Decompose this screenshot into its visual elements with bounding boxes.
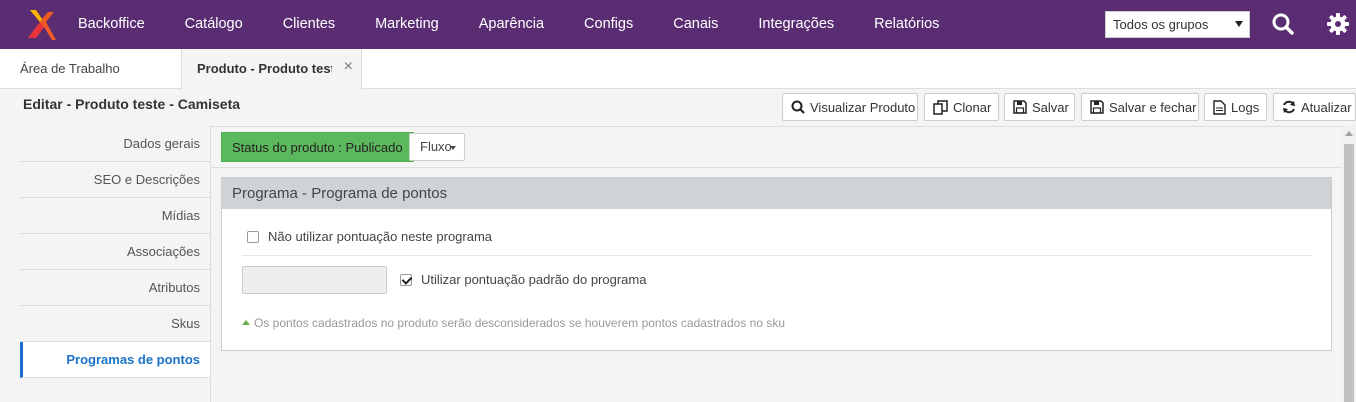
nav-item-aparencia[interactable]: Aparência	[459, 0, 564, 49]
default-points-checkbox[interactable]	[400, 274, 412, 286]
refresh-label: Atualizar	[1301, 99, 1352, 115]
sidebar-item-skus[interactable]: Skus	[20, 306, 210, 342]
sidebar-item-dados-gerais[interactable]: Dados gerais	[20, 126, 210, 162]
view-product-button[interactable]: Visualizar Produto	[782, 93, 918, 121]
caret-down-icon	[1235, 21, 1243, 27]
scrollbar[interactable]	[1342, 126, 1356, 402]
no-points-label: Não utilizar pontuação neste programa	[268, 229, 493, 244]
no-points-checkbox[interactable]	[247, 231, 259, 243]
tab-area-de-trabalho[interactable]: Área de Trabalho	[20, 49, 120, 89]
sidebar-item-midias[interactable]: Mídias	[20, 198, 210, 234]
hint-label: Os pontos cadastrados no produto serão d…	[254, 316, 785, 330]
nav-item-canais[interactable]: Canais	[653, 0, 738, 49]
save-label: Salvar	[1032, 99, 1069, 115]
floppy-icon	[1013, 100, 1027, 114]
main-content: Status do produto : Publicado Fluxo Prog…	[211, 126, 1342, 402]
refresh-icon	[1283, 100, 1295, 114]
sidebar: Dados gerais SEO e Descrições Mídias Ass…	[20, 126, 211, 402]
sidebar-item-seo[interactable]: SEO e Descrições	[20, 162, 210, 198]
divider	[242, 255, 1312, 256]
default-points-label: Utilizar pontuação padrão do programa	[421, 272, 647, 287]
tab-produto[interactable]: Produto - Produto teste - Camiseta ×	[181, 49, 362, 90]
group-select[interactable]: Todos os grupos	[1105, 11, 1250, 38]
tabs-bar: Área de Trabalho Produto - Produto teste…	[0, 49, 1356, 90]
page-title: Editar - Produto teste - Camiseta	[23, 96, 241, 112]
nav-item-backoffice[interactable]: Backoffice	[78, 0, 165, 49]
nav-item-catalogo[interactable]: Catálogo	[165, 0, 263, 49]
points-input[interactable]	[242, 266, 387, 294]
top-navbar: Backoffice Catálogo Clientes Marketing A…	[0, 0, 1356, 49]
document-icon	[1213, 99, 1226, 115]
copy-icon	[933, 99, 948, 115]
sidebar-item-atributos[interactable]: Atributos	[20, 270, 210, 306]
hint-text: Os pontos cadastrados no produto serão d…	[242, 316, 785, 330]
clone-button[interactable]: Clonar	[924, 93, 999, 121]
close-icon[interactable]: ×	[344, 58, 353, 76]
scrollbar-thumb[interactable]	[1344, 144, 1354, 402]
nav-item-relatorios[interactable]: Relatórios	[854, 0, 959, 49]
save-close-button[interactable]: Salvar e fechar	[1081, 93, 1199, 121]
refresh-button[interactable]: Atualizar	[1273, 93, 1356, 121]
triangle-up-icon	[242, 320, 250, 325]
floppy-icon	[1090, 100, 1104, 114]
logs-label: Logs	[1231, 99, 1260, 115]
group-select-value: Todos os grupos	[1113, 17, 1209, 32]
logs-button[interactable]: Logs	[1204, 93, 1267, 121]
logo-icon[interactable]	[26, 8, 58, 42]
points-program-panel: Programa - Programa de pontos Não utiliz…	[221, 177, 1332, 351]
save-button[interactable]: Salvar	[1004, 93, 1075, 121]
status-badge[interactable]: Status do produto : Publicado	[221, 132, 414, 162]
save-close-label: Salvar e fechar	[1109, 99, 1197, 115]
view-product-label: Visualizar Produto	[810, 99, 916, 115]
search-icon	[791, 100, 805, 114]
gear-icon[interactable]	[1326, 12, 1350, 36]
panel-title: Programa - Programa de pontos	[222, 178, 1331, 209]
caret-down-icon	[450, 146, 456, 150]
sidebar-item-associacoes[interactable]: Associações	[20, 234, 210, 270]
flow-dropdown-button[interactable]: Fluxo	[409, 133, 465, 161]
sidebar-item-programas-de-pontos[interactable]: Programas de pontos	[20, 342, 210, 378]
nav-item-marketing[interactable]: Marketing	[355, 0, 459, 49]
nav-item-configs[interactable]: Configs	[564, 0, 653, 49]
scroll-up-icon[interactable]	[1345, 131, 1353, 136]
clone-label: Clonar	[953, 99, 992, 115]
tab-produto-label: Produto - Produto teste - Camiseta	[197, 61, 332, 76]
divider	[211, 167, 1342, 168]
nav-item-clientes[interactable]: Clientes	[263, 0, 355, 49]
flow-label: Fluxo	[420, 139, 452, 154]
nav-item-integracoes[interactable]: Integrações	[738, 0, 854, 49]
search-icon[interactable]	[1271, 12, 1295, 36]
